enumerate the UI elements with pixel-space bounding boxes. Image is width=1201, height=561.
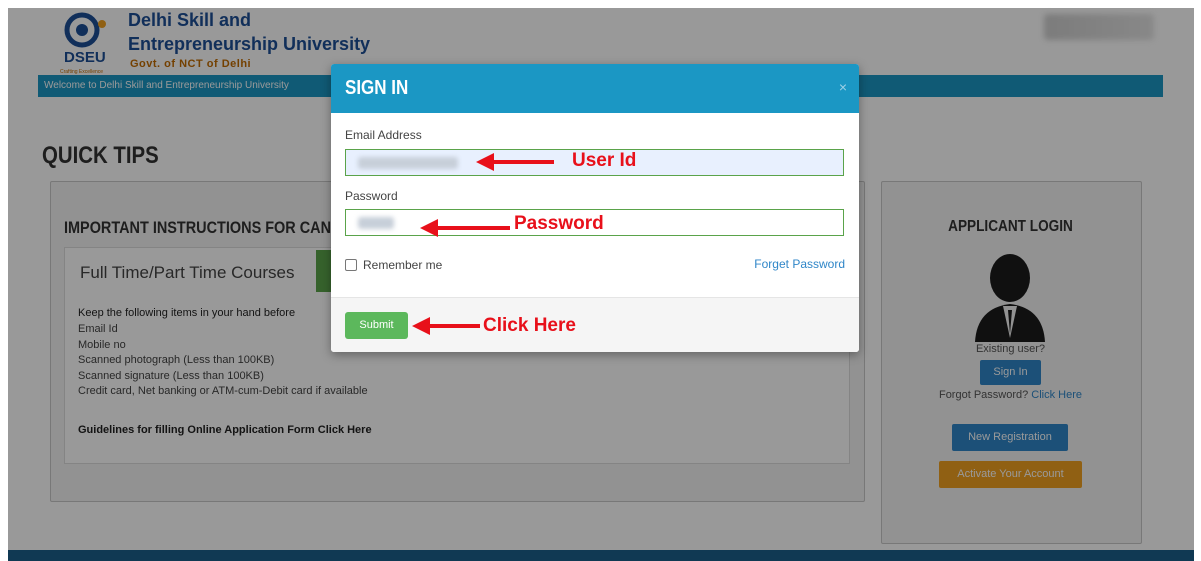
forget-password-link[interactable]: Forget Password [754, 257, 845, 271]
submit-button[interactable]: Submit [345, 312, 408, 339]
sign-in-modal: SIGN IN × Email Address Password Remembe… [331, 64, 859, 352]
password-annotation: Password [514, 213, 604, 234]
blurred-email-value [358, 157, 458, 169]
remember-me[interactable]: Remember me [345, 258, 442, 272]
password-arrow-icon [420, 219, 510, 237]
remember-me-label: Remember me [363, 258, 443, 272]
password-label: Password [345, 189, 398, 203]
remember-me-checkbox[interactable] [345, 259, 357, 271]
modal-header: SIGN IN × [331, 64, 859, 113]
click-here-arrow-icon [412, 317, 480, 335]
email-label: Email Address [345, 128, 422, 142]
close-icon[interactable]: × [839, 79, 847, 95]
page: DSEU Crafting Excellence Delhi Skill and… [0, 0, 1201, 561]
click-here-annotation: Click Here [483, 315, 576, 336]
user-id-annotation: User Id [572, 150, 637, 171]
modal-title: SIGN IN [345, 77, 409, 99]
user-id-arrow-icon [476, 153, 554, 171]
blurred-password-value [358, 217, 394, 229]
